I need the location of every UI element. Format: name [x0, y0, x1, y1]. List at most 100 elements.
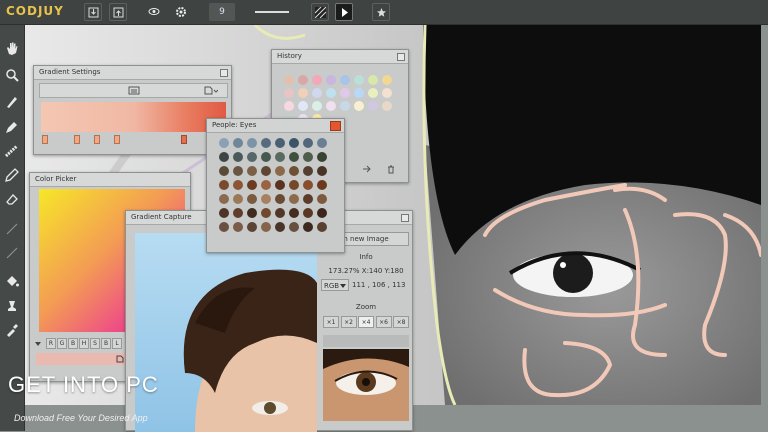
file-menu-icon[interactable] [204, 86, 218, 95]
eye-color-swatch[interactable] [247, 138, 257, 148]
settings-button[interactable] [172, 3, 190, 21]
history-swatch[interactable] [284, 88, 294, 98]
history-swatch[interactable] [382, 88, 392, 98]
history-swatch[interactable] [354, 88, 364, 98]
eye-color-swatch[interactable] [247, 166, 257, 176]
eye-color-swatch[interactable] [219, 194, 229, 204]
eye-color-swatch[interactable] [247, 152, 257, 162]
channel-button[interactable]: S [90, 338, 100, 349]
zoom-option-button[interactable]: ×4 [358, 316, 374, 328]
eye-color-swatch[interactable] [275, 194, 285, 204]
history-swatch[interactable] [284, 101, 294, 111]
eye-color-swatch[interactable] [261, 194, 271, 204]
eye-color-swatch[interactable] [289, 152, 299, 162]
eye-color-swatch[interactable] [317, 208, 327, 218]
eye-color-swatch[interactable] [219, 208, 229, 218]
pattern-button[interactable] [311, 3, 329, 21]
eye-color-swatch[interactable] [219, 166, 229, 176]
eye-color-swatch[interactable] [275, 166, 285, 176]
history-swatch[interactable] [340, 75, 350, 85]
channel-button[interactable]: B [68, 338, 78, 349]
eye-color-swatch[interactable] [303, 208, 313, 218]
history-swatch[interactable] [368, 101, 378, 111]
play-button[interactable] [335, 3, 353, 21]
capture-image[interactable] [135, 233, 317, 432]
eye-color-swatch[interactable] [289, 208, 299, 218]
eye-color-swatch[interactable] [275, 208, 285, 218]
stamp-icon[interactable] [4, 298, 20, 314]
gradient-stop-handle[interactable] [181, 135, 187, 144]
zoom-option-button[interactable]: ×6 [375, 316, 392, 328]
eye-color-swatch[interactable] [219, 180, 229, 190]
eye-color-swatch[interactable] [289, 180, 299, 190]
eye-color-swatch[interactable] [317, 180, 327, 190]
eye-color-swatch[interactable] [317, 152, 327, 162]
eye-color-swatch[interactable] [233, 166, 243, 176]
marker-icon[interactable] [4, 119, 20, 135]
history-swatch[interactable] [312, 88, 322, 98]
history-swatch[interactable] [326, 101, 336, 111]
history-swatch[interactable] [368, 88, 378, 98]
eye-color-swatch[interactable] [233, 222, 243, 232]
gradient-stop-handle[interactable] [74, 135, 80, 144]
eye-color-swatch[interactable] [233, 180, 243, 190]
hand-icon[interactable] [4, 40, 20, 56]
eye-color-swatch[interactable] [233, 208, 243, 218]
zoom-option-button[interactable]: ×1 [323, 316, 339, 328]
import-button[interactable] [84, 3, 102, 21]
brush-icon[interactable] [4, 94, 20, 110]
history-swatch[interactable] [298, 75, 308, 85]
eye-color-swatch[interactable] [303, 180, 313, 190]
brush-stroke-preview[interactable] [255, 11, 289, 13]
zoom-option-button[interactable]: ×2 [340, 316, 357, 328]
channel-button[interactable]: R [46, 338, 56, 349]
eye-color-swatch[interactable] [233, 194, 243, 204]
history-swatch[interactable] [340, 101, 350, 111]
eye-color-swatch[interactable] [289, 166, 299, 176]
color-mode-select[interactable]: RGB [321, 279, 349, 291]
eye-color-swatch[interactable] [219, 152, 229, 162]
eye-color-swatch[interactable] [247, 180, 257, 190]
eye-color-swatch[interactable] [275, 180, 285, 190]
close-icon[interactable] [220, 69, 228, 77]
eye-color-swatch[interactable] [317, 166, 327, 176]
zoom-icon[interactable] [4, 67, 20, 83]
eye-color-swatch[interactable] [261, 180, 271, 190]
smudge-icon[interactable] [4, 245, 20, 261]
preview-toggle[interactable] [145, 3, 163, 21]
history-swatch[interactable] [326, 75, 336, 85]
eye-color-swatch[interactable] [247, 208, 257, 218]
history-swatch[interactable] [312, 101, 322, 111]
history-swatch[interactable] [382, 101, 392, 111]
close-icon[interactable] [330, 121, 341, 131]
gradient-preview-bar[interactable] [41, 102, 226, 132]
channel-button[interactable]: L [112, 338, 122, 349]
eye-color-swatch[interactable] [247, 194, 257, 204]
line-tool-icon[interactable] [4, 221, 20, 237]
eye-color-swatch[interactable] [275, 222, 285, 232]
eye-color-swatch[interactable] [261, 222, 271, 232]
eye-color-swatch[interactable] [275, 152, 285, 162]
gradient-stop-handle[interactable] [42, 135, 48, 144]
gradient-brush-icon[interactable] [4, 143, 20, 159]
history-swatch[interactable] [298, 101, 308, 111]
eye-color-swatch[interactable] [303, 138, 313, 148]
document-icon[interactable] [116, 355, 124, 363]
history-swatch[interactable] [312, 75, 322, 85]
history-swatch[interactable] [382, 75, 392, 85]
eye-color-swatch[interactable] [219, 222, 229, 232]
export-button[interactable] [109, 3, 127, 21]
gradient-edit-icon[interactable] [128, 86, 140, 95]
favorite-button[interactable] [372, 3, 390, 21]
history-swatch[interactable] [354, 75, 364, 85]
pencil-icon[interactable] [4, 167, 20, 183]
eye-color-swatch[interactable] [289, 194, 299, 204]
gradient-stop-handle[interactable] [94, 135, 100, 144]
channel-button[interactable]: H [79, 338, 89, 349]
history-swatch[interactable] [354, 101, 364, 111]
eye-color-swatch[interactable] [247, 222, 257, 232]
eye-color-swatch[interactable] [317, 222, 327, 232]
close-icon[interactable] [401, 214, 409, 222]
eye-color-swatch[interactable] [303, 194, 313, 204]
eye-color-swatch[interactable] [303, 152, 313, 162]
